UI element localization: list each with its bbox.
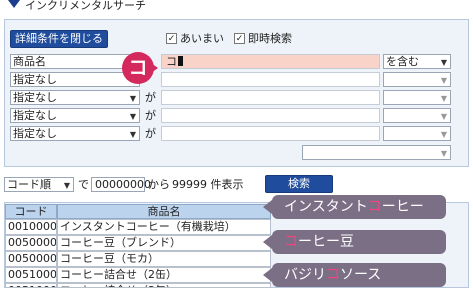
field-select-5[interactable]: 指定なし ▼ [10, 126, 140, 141]
search-input-4[interactable] [161, 108, 380, 123]
fuzzy-checkbox[interactable]: ✓ [166, 33, 177, 44]
table-row-code[interactable]: 00500002 [5, 251, 57, 267]
badge-pointer-icon [151, 63, 158, 73]
instant-search-checkbox[interactable]: ✓ [234, 33, 245, 44]
close-filter-button[interactable]: 詳細条件を閉じる [10, 30, 108, 48]
match-mode-select-5[interactable]: ▼ [383, 126, 451, 141]
table-row-name[interactable]: コーヒー詰合せ（2缶） [57, 267, 271, 283]
table-row-code[interactable]: 00500001 [5, 235, 57, 251]
match-mode-select[interactable]: を含む ▼ [383, 54, 451, 69]
search-input-2[interactable] [161, 72, 380, 87]
field-select-1[interactable]: 商品名 [10, 54, 140, 69]
chevron-down-icon: ▼ [440, 94, 447, 103]
table-row-name[interactable]: インスタントコーヒー（有機栽培） [57, 219, 271, 235]
connector-label: が [145, 109, 156, 122]
start-code-input[interactable]: 00000000 [91, 177, 151, 192]
match-mode-select-4[interactable]: ▼ [383, 108, 451, 123]
chevron-down-icon: ▼ [129, 112, 136, 121]
tooltip-basil-sauce: バジリコソース [272, 263, 446, 287]
tooltip-coffee-beans: コーヒー豆 [272, 230, 446, 254]
instant-search-checkbox-label: 即時検索 [248, 32, 292, 45]
tooltip-instant-coffee: インスタントコーヒー [272, 195, 446, 219]
column-header-name[interactable]: 商品名 [57, 204, 271, 219]
chevron-down-icon: ▼ [440, 58, 447, 67]
chevron-down-icon: ▼ [440, 149, 447, 158]
de-label: で [78, 178, 89, 191]
table-row-name[interactable]: コーヒー豆（モカ） [57, 251, 271, 267]
chevron-down-icon: ▼ [440, 76, 447, 85]
chevron-down-icon: ▼ [129, 130, 136, 139]
connector-label: が [145, 127, 156, 140]
chevron-down-icon: ▼ [440, 112, 447, 121]
table-row-name[interactable]: コーヒー豆（ブレンド） [57, 235, 271, 251]
table-row-code[interactable]: 00510001 [5, 283, 57, 288]
search-input-1[interactable]: コ [161, 54, 380, 69]
match-mode-select-2[interactable]: ▼ [383, 72, 451, 87]
column-header-code[interactable]: コード [5, 204, 57, 219]
tooltip-pointer-icon [263, 235, 272, 249]
search-button[interactable]: 検索 [265, 175, 333, 193]
keystroke-badge: コ [122, 52, 154, 84]
sort-select[interactable]: コード順 ▼ [4, 177, 74, 192]
table-row-name[interactable]: コーヒー詰合せ（3缶） [57, 283, 271, 288]
tooltip-pointer-icon [263, 200, 272, 214]
section-title: インクリメンタルサーチ [0, 0, 473, 14]
search-input-3[interactable] [161, 90, 380, 105]
collapse-triangle-icon[interactable] [8, 0, 20, 8]
field-select-3[interactable]: 指定なし ▼ [10, 90, 140, 105]
count-text: 99999 件表示 [172, 178, 244, 191]
fuzzy-checkbox-label: あいまい [180, 32, 224, 45]
chevron-down-icon: ▼ [440, 130, 447, 139]
chevron-down-icon: ▼ [63, 181, 70, 190]
field-select-2[interactable]: 指定なし [10, 72, 140, 87]
table-row-code[interactable]: 00100000 [5, 219, 57, 235]
connector-label: が [145, 91, 156, 104]
chevron-down-icon: ▼ [129, 94, 136, 103]
extra-select[interactable]: ▼ [302, 145, 451, 160]
table-row-code[interactable]: 00510000 [5, 267, 57, 283]
text-cursor-icon [178, 56, 183, 66]
kara-label: から [148, 178, 170, 191]
tooltip-pointer-icon [263, 268, 272, 282]
field-select-4[interactable]: 指定なし ▼ [10, 108, 140, 123]
match-mode-select-3[interactable]: ▼ [383, 90, 451, 105]
search-input-5[interactable] [161, 126, 380, 141]
